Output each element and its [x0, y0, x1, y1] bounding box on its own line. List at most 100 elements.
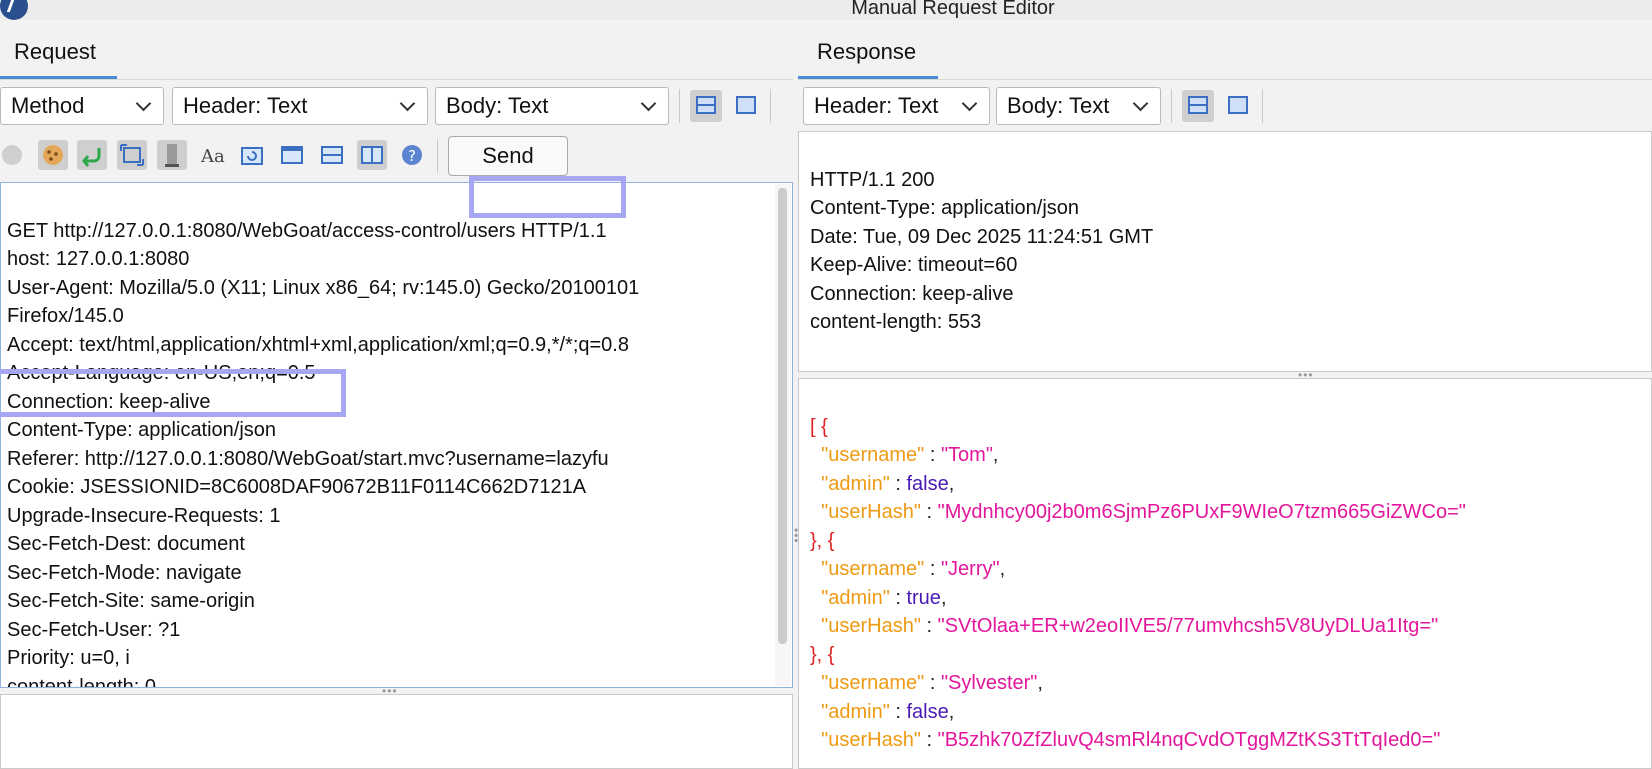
json-string: "Mydnhcy00j2b0m6SjmPz6PUxF9WIeO7tzm665Gi… — [937, 501, 1466, 523]
header-line: host: 127.0.0.1:8080 — [7, 248, 190, 270]
header-line: Firefox/145.0 — [7, 305, 124, 327]
method-select-label: Method — [11, 93, 85, 118]
json-key: "username" — [821, 444, 925, 466]
json-comma: , — [948, 472, 955, 495]
window-button[interactable] — [277, 140, 307, 170]
server-icon — [165, 144, 179, 167]
json-key: "userHash" — [821, 501, 921, 523]
split-vertical-button[interactable] — [357, 140, 387, 170]
json-comma: , — [940, 586, 947, 609]
svg-text:Aa: Aa — [200, 146, 225, 167]
highlight-box — [469, 176, 626, 218]
json-line: "admin" : false, — [810, 698, 1645, 727]
refresh-icon — [241, 147, 263, 165]
json-bracket: }, { — [810, 529, 835, 552]
response-header-format-select[interactable]: Header: Text — [803, 87, 990, 125]
json-key: "username" — [821, 672, 925, 694]
request-tab-line — [0, 79, 793, 80]
json-key: "userHash" — [821, 729, 921, 751]
chevron-down-icon — [135, 95, 152, 112]
chevron-down-icon — [1132, 95, 1149, 112]
request-single-view-button[interactable] — [730, 90, 762, 122]
json-key: "username" — [821, 558, 925, 580]
request-header-editor[interactable]: GET http://127.0.0.1:8080/WebGoat/access… — [0, 182, 793, 688]
json-line: "username" : "Jerry", — [810, 555, 1645, 584]
header-line: Sec-Fetch-Site: same-origin — [7, 590, 255, 612]
json-line: "username" : "Tom", — [810, 441, 1645, 470]
follow-redirect-button[interactable] — [77, 140, 107, 170]
window-icon — [281, 146, 303, 164]
circle-icon — [2, 145, 22, 165]
toolbar-separator — [1171, 89, 1172, 123]
fit-button[interactable] — [117, 140, 147, 170]
font-icon: Aa — [200, 146, 225, 167]
header-line: Keep-Alive: timeout=60 — [810, 254, 1018, 276]
json-colon: : — [920, 501, 938, 523]
send-button[interactable]: Send — [448, 136, 568, 176]
json-key: "admin" — [821, 700, 890, 723]
response-body-format-select[interactable]: Body: Text — [996, 87, 1161, 125]
circle-button[interactable] — [0, 140, 30, 170]
json-line: "userHash" : "B5zhk70ZfZluvQ4smRl4nqCvdO… — [810, 726, 1645, 755]
header-line: Sec-Fetch-Mode: navigate — [7, 561, 242, 584]
request-body-editor[interactable] — [0, 694, 793, 769]
json-bracket: }, { — [810, 643, 835, 666]
cookie-button[interactable] — [38, 140, 68, 170]
split-horizontal-button[interactable] — [317, 140, 347, 170]
json-key: "userHash" — [821, 615, 921, 637]
json-string: "Jerry" — [940, 558, 1000, 580]
status-line: HTTP/1.1 200 — [810, 168, 935, 191]
json-comma: , — [999, 558, 1006, 580]
response-header-editor[interactable]: HTTP/1.1 200 Content-Type: application/js… — [798, 131, 1652, 372]
window-title: Manual Request Editor — [851, 0, 1055, 19]
response-header-format-label: Header: Text — [814, 93, 939, 118]
request-header-format-label: Header: Text — [183, 93, 308, 118]
json-comma: , — [992, 444, 999, 466]
json-line: "userHash" : "Mydnhcy00j2b0m6SjmPz6PUxF9… — [810, 498, 1645, 527]
header-line: Date: Tue, 09 Dec 2025 11:24:51 GMT — [810, 225, 1154, 248]
toolbar-separator — [679, 89, 680, 123]
json-boolean: true — [906, 586, 941, 609]
json-line: "admin" : false, — [810, 470, 1645, 499]
chevron-down-icon — [961, 95, 978, 112]
json-colon: : — [924, 558, 941, 580]
split-line — [696, 104, 716, 106]
toolbar-separator — [1262, 89, 1263, 123]
json-string: "Tom" — [940, 444, 993, 466]
help-button[interactable]: ? — [397, 140, 427, 170]
fit-icon — [120, 144, 144, 166]
json-colon: : — [924, 672, 941, 694]
method-select[interactable]: Method — [0, 87, 164, 125]
response-tab-line — [798, 79, 1652, 80]
json-colon: : — [920, 729, 938, 751]
response-body-editor[interactable]: [ { "username" : "Tom", "admin" : false,… — [798, 378, 1652, 769]
refresh-button[interactable] — [237, 140, 267, 170]
json-colon: : — [920, 615, 938, 637]
cookie-icon — [43, 145, 63, 165]
json-string: "Sylvester" — [940, 672, 1038, 694]
header-line: Connection: keep-alive — [810, 282, 1014, 305]
json-bracket: [ { — [810, 415, 828, 438]
request-scrollbar[interactable] — [775, 184, 791, 686]
request-scrollbar-thumb[interactable] — [778, 188, 787, 644]
toolbar-separator — [770, 89, 771, 123]
json-colon: : — [889, 472, 907, 495]
request-split-view-button[interactable] — [690, 90, 722, 122]
request-header-format-select[interactable]: Header: Text — [172, 87, 428, 125]
server-button[interactable] — [157, 140, 187, 170]
svg-text:?: ? — [408, 147, 416, 165]
split-vertical-icon — [361, 146, 383, 164]
json-line: "userHash" : "SVtOlaa+ER+w2eoIIVE5/77umv… — [810, 612, 1645, 641]
header-line: content-length: 553 — [810, 311, 982, 333]
response-split-view-button[interactable] — [1182, 90, 1214, 122]
json-colon: : — [924, 444, 941, 466]
header-line: Sec-Fetch-Dest: document — [7, 533, 245, 555]
json-colon: : — [889, 700, 907, 723]
request-line: GET http://127.0.0.1:8080/WebGoat/access… — [7, 219, 607, 242]
json-key: "admin" — [821, 472, 890, 495]
font-button[interactable]: Aa — [197, 140, 227, 170]
single-pane-icon — [1228, 96, 1248, 114]
toolbar-separator — [437, 139, 438, 173]
response-single-view-button[interactable] — [1222, 90, 1254, 122]
request-body-format-select[interactable]: Body: Text — [435, 87, 669, 125]
